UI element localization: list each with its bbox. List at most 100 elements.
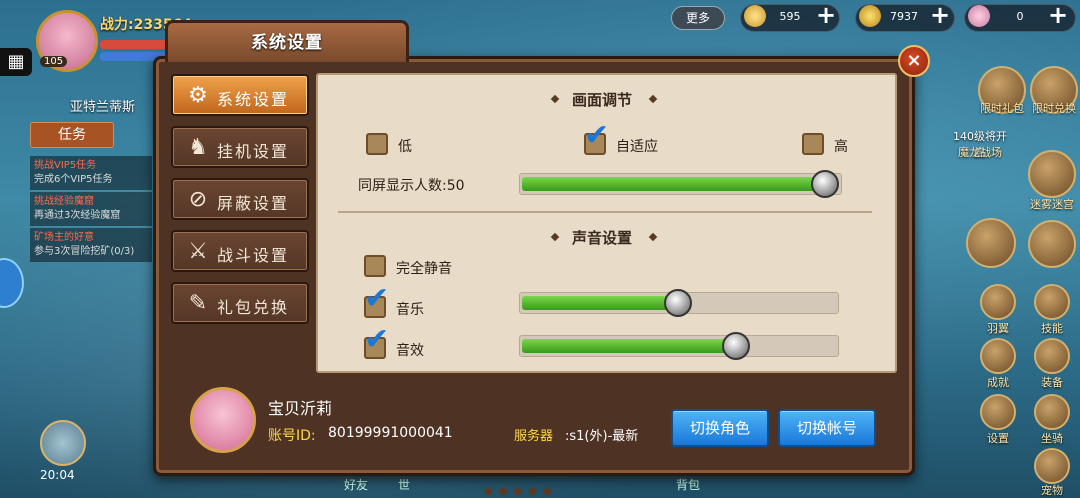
slider-knob[interactable]: [664, 289, 692, 317]
dialog-title: 系统设置: [251, 33, 323, 53]
tab-label: 礼包兑换: [217, 298, 290, 317]
switch-account-button[interactable]: 切换帐号: [778, 409, 876, 447]
gallery-icon[interactable]: ▦: [0, 48, 32, 76]
quality-low-label: 低: [398, 139, 412, 155]
icon-label: 宠物: [1041, 484, 1063, 497]
tab-label: 战斗设置: [217, 246, 290, 265]
sfx-label: 音效: [396, 343, 424, 359]
task-desc: 再通过3次经验魔窟: [34, 210, 121, 221]
add-gold-button[interactable]: +: [926, 2, 954, 30]
account-id-label: 账号ID:: [268, 428, 316, 444]
swords-icon: ⚔: [188, 239, 210, 264]
task-tab[interactable]: 任务: [30, 122, 114, 148]
gift-note-icon: ✎: [188, 291, 210, 316]
server-value: :s1(外)-最新: [565, 429, 639, 444]
mount-icon[interactable]: [1034, 394, 1070, 430]
hp-bar: [100, 40, 170, 49]
quality-auto-checkbox[interactable]: ✔: [584, 121, 609, 155]
picture-section-title: 画面调节: [572, 91, 633, 109]
slider-fill: [522, 339, 738, 353]
music-checkbox[interactable]: ✔: [364, 284, 389, 318]
shell-icon: [968, 5, 990, 27]
page-dots: ●●●●●: [484, 486, 558, 497]
music-volume-slider[interactable]: [519, 289, 839, 317]
sound-section-title: 声音设置: [572, 229, 633, 247]
pet-icon[interactable]: [1034, 448, 1070, 484]
quality-auto-label: 自适应: [616, 139, 658, 155]
slider-knob[interactable]: [722, 332, 750, 360]
task-item[interactable]: 挑战经验魔窟 再通过3次经验魔窟: [30, 192, 152, 226]
tab-system-settings[interactable]: ⚙ 系统设置: [171, 74, 309, 116]
equipment-icon[interactable]: [1034, 338, 1070, 374]
icon-label: 设置: [987, 432, 1009, 445]
players-count-label: 同屏显示人数:50: [358, 178, 465, 194]
resource-value: 7937: [890, 10, 918, 23]
resource-value: 595: [779, 10, 801, 23]
switch-role-button[interactable]: 切换角色: [671, 409, 769, 447]
tab-gift-redeem[interactable]: ✎ 礼包兑换: [171, 282, 309, 324]
task-title: 挑战VIP5任务: [34, 160, 97, 171]
section-divider: [338, 211, 872, 213]
task-item[interactable]: 挑战VIP5任务 完成6个VIP5任务: [30, 156, 152, 190]
check-icon: ✔: [364, 322, 390, 357]
nav-friends[interactable]: 好友: [344, 476, 368, 493]
icon-label: 技能: [1041, 322, 1063, 335]
check-icon: ✔: [364, 281, 390, 316]
task-desc: 完成6个VIP5任务: [34, 174, 113, 185]
achievement-icon[interactable]: [980, 338, 1016, 374]
tab-label: 系统设置: [217, 90, 290, 109]
quality-low-checkbox[interactable]: [366, 133, 388, 155]
grid-menu-icon[interactable]: [1028, 220, 1076, 268]
tab-label: 挂机设置: [217, 142, 290, 161]
tab-idle-settings[interactable]: ♞ 挂机设置: [171, 126, 309, 168]
location-name: 亚特兰蒂斯: [70, 100, 136, 115]
task-list: 挑战VIP5任务 完成6个VIP5任务 挑战经验魔窟 再通过3次经验魔窟 矿场主…: [30, 156, 152, 264]
clock-time: 20:04: [40, 468, 75, 482]
resource-value: 0: [1016, 10, 1024, 23]
add-diamond-button[interactable]: +: [812, 2, 840, 30]
player-level: 105: [40, 56, 68, 67]
server-label: 服务器: [514, 429, 554, 444]
tab-label: 屏蔽设置: [217, 194, 290, 213]
icon-label: 成就: [987, 376, 1009, 389]
settings-icon[interactable]: [980, 394, 1016, 430]
more-button[interactable]: 更多: [671, 6, 725, 30]
icon-label: 装备: [1041, 376, 1063, 389]
skill-icon[interactable]: [1034, 284, 1070, 320]
robot-icon: ♞: [188, 135, 210, 160]
tab-battle-settings[interactable]: ⚔ 战斗设置: [171, 230, 309, 272]
add-shell-button[interactable]: +: [1044, 2, 1072, 30]
slider-fill: [522, 296, 680, 310]
maze-icon[interactable]: [1028, 150, 1076, 198]
quality-high-checkbox[interactable]: [802, 133, 824, 155]
icon-label: 坐骑: [1041, 432, 1063, 445]
gear-icon: ⚙: [188, 83, 210, 108]
quality-high-label: 高: [834, 139, 848, 155]
role-name: 宝贝沂莉: [268, 399, 333, 418]
icon-label: 限时兑换: [1032, 102, 1076, 115]
task-title: 挑战经验魔窟: [34, 196, 94, 207]
task-desc: 参与3次冒险挖矿(0/3): [34, 246, 135, 257]
sfx-volume-slider[interactable]: [519, 332, 839, 360]
sfx-checkbox[interactable]: ✔: [364, 325, 389, 359]
nav-world[interactable]: 世: [398, 476, 410, 493]
icon-label: 羽翼: [987, 322, 1009, 335]
task-title: 矿场主的好意: [34, 232, 94, 243]
slider-knob[interactable]: [811, 170, 839, 198]
wings-icon[interactable]: [980, 284, 1016, 320]
mute-all-label: 完全静音: [396, 261, 452, 277]
icon-label: 迷雾迷宫: [1030, 198, 1074, 211]
task-item[interactable]: 矿场主的好意 参与3次冒险挖矿(0/3): [30, 228, 152, 262]
heart-icon[interactable]: [966, 218, 1016, 268]
nav-bag[interactable]: 背包: [676, 476, 700, 493]
mute-all-checkbox[interactable]: [364, 255, 386, 277]
account-id-value: 80199991000041: [328, 425, 453, 441]
music-label: 音乐: [396, 302, 424, 318]
close-button[interactable]: ×: [898, 45, 930, 77]
pet-avatar[interactable]: [40, 420, 86, 466]
tab-block-settings[interactable]: ⊘ 屏蔽设置: [171, 178, 309, 220]
check-icon: ✔: [584, 118, 610, 153]
feature-hint: 魔龙战场: [958, 146, 1002, 159]
icon-label: 限时礼包: [980, 102, 1024, 115]
players-count-slider[interactable]: [519, 170, 842, 198]
